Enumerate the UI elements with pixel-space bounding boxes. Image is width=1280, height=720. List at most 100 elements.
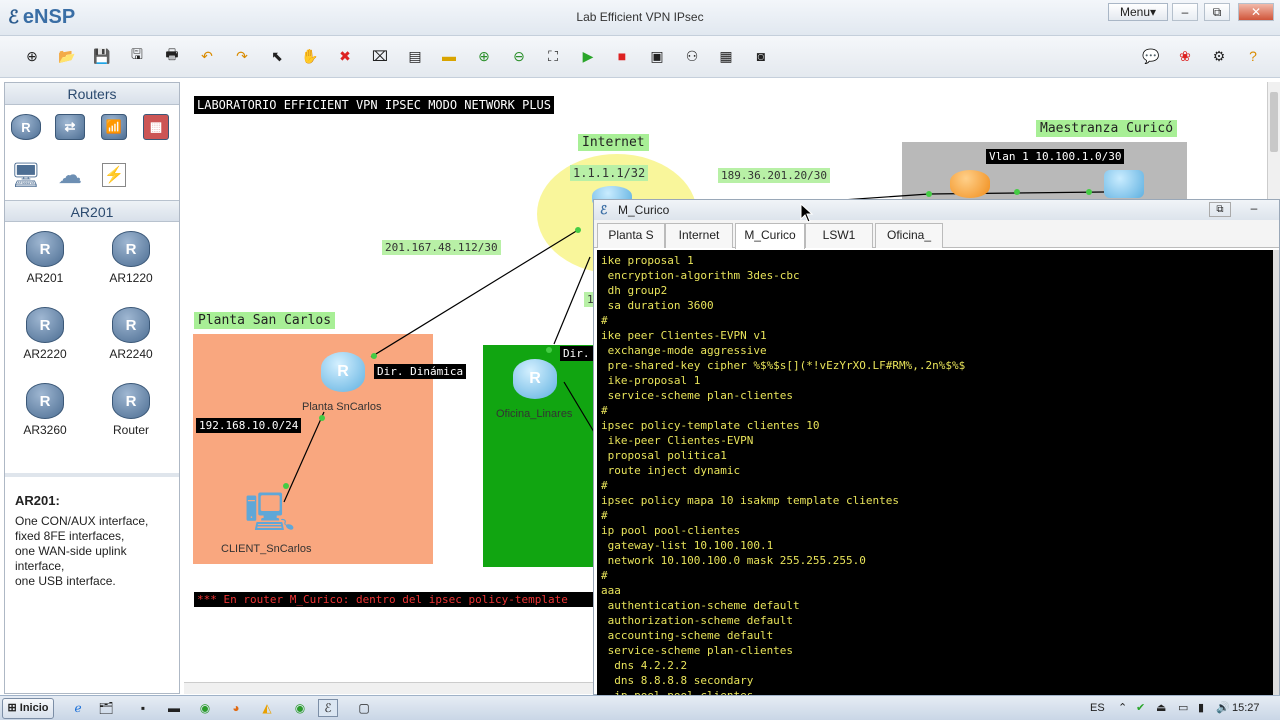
screenshot-icon[interactable]: ◙ [750,45,772,67]
ensp-task-icon[interactable]: ℰ [318,699,338,717]
huawei-icon[interactable]: ❀ [1174,45,1196,67]
network-icon[interactable]: ✔ [1136,696,1145,720]
language-indicator[interactable]: ES [1090,696,1105,720]
port-dot [575,227,581,233]
planta-router-icon[interactable]: R [321,352,365,392]
terminal-line: accounting-scheme default [601,629,774,642]
firefox-icon[interactable]: ◕ [226,699,246,717]
help-icon[interactable]: ? [1242,45,1264,67]
tab-oficina[interactable]: Oficina_ [875,223,943,248]
firewall-category-icon[interactable]: ▦ [139,113,173,141]
save-as-icon[interactable]: 🖫 [126,45,148,67]
maestranza-label[interactable]: Maestranza Curicó [1036,120,1178,137]
sancarlos-link-label[interactable]: 201.167.48.112/30 [382,240,501,255]
banner-label[interactable]: LABORATORIO EFFICIENT VPN IPSEC MODO NET… [194,96,555,114]
cloud-category-icon[interactable]: ☁ [53,161,87,189]
monitor-icon[interactable]: ▭ [1178,696,1188,720]
link-category-icon[interactable]: ⚡ [97,161,131,189]
lsw1-switch-icon[interactable] [1104,170,1144,198]
terminal-scrollbar[interactable] [1273,250,1279,695]
terminal-line: # [601,509,608,522]
router-category-icon[interactable]: R [9,113,43,141]
volume-icon[interactable]: 🔊 [1216,696,1230,720]
terminal-output[interactable]: ike proposal 1 encryption-algorithm 3des… [597,250,1277,695]
open-icon[interactable]: 📂 [56,45,78,67]
dir-partial-label[interactable]: Dir. [560,346,593,361]
new-topo-icon[interactable]: ⊕ [21,45,43,67]
device-ar1220[interactable]: R AR1220 [101,231,161,285]
chat-icon[interactable]: 💬 [1140,45,1162,67]
internet-label[interactable]: Internet [578,134,649,151]
title-bar: ℰeNSP Lab Efficient VPN IPsec Menu▾ – ⧉ … [0,0,1280,36]
routers-header[interactable]: Routers [5,83,179,105]
client-label[interactable]: CLIENT_SnCarlos [221,543,311,555]
vlan-label[interactable]: Vlan 1 10.100.1.0/30 [986,149,1125,164]
undo-icon[interactable]: ↶ [196,45,218,67]
device-ar2240[interactable]: R AR2240 [101,307,161,361]
pc-category-icon[interactable]: 🖥 [9,161,43,189]
switch-category-icon[interactable]: ⇄ [53,113,87,141]
settings-icon[interactable]: ⚙ [1208,45,1230,67]
usb-icon[interactable]: ⏏ [1156,696,1166,720]
lan-sancarlos-label[interactable]: 192.168.10.0/24 [196,418,302,433]
m-curico-router-icon[interactable] [950,170,990,198]
vlc-icon[interactable]: ◭ [257,699,277,717]
console-minimize-button[interactable]: – [1243,202,1265,217]
device-ar201[interactable]: R AR201 [15,231,75,285]
delete-icon[interactable]: ✖ [334,45,356,67]
capture-icon[interactable]: ▣ [646,45,668,67]
tab-m-curico[interactable]: M_Curico [735,223,805,249]
chrome2-icon[interactable]: ◉ [290,699,310,717]
pan-hand-icon[interactable]: ✋ [299,45,321,67]
close-button[interactable]: ✕ [1238,3,1274,21]
fit-icon[interactable]: ⛶ [542,45,564,67]
device-router[interactable]: R Router [101,383,161,437]
internet-ip-label[interactable]: 1.1.1.1/32 [570,165,649,181]
print-icon[interactable]: 🖶 [161,45,183,67]
clock[interactable]: 15:27 [1232,696,1260,720]
window-task-icon[interactable]: ▢ [354,699,374,717]
redo-icon[interactable]: ↷ [231,45,253,67]
menu-button[interactable]: Menu▾ [1108,3,1168,21]
tab-planta[interactable]: Planta S [597,223,665,248]
text-icon[interactable]: ▤ [404,45,426,67]
planta-router-label[interactable]: Planta SnCarlos [302,401,382,413]
grid-icon[interactable]: ▦ [715,45,737,67]
tab-lsw1[interactable]: LSW1 [805,223,873,248]
topology-icon[interactable]: ⚇ [681,45,703,67]
note-label[interactable]: *** En router M_Curico: dentro del ipsec… [194,592,594,607]
oficina-router-icon[interactable]: R [513,359,557,399]
wlan-category-icon[interactable]: 📶 [97,113,131,141]
dir-dinamica-label[interactable]: Dir. Dinámica [374,364,467,379]
start-button[interactable]: ⊞ Inicio [2,698,54,719]
cmd-icon[interactable]: ▪ [133,699,153,717]
save-icon[interactable]: 💾 [91,45,113,67]
chrome-icon[interactable]: ◉ [195,699,215,717]
palette-icon[interactable]: ▬ [438,45,460,67]
curico-link-label[interactable]: 189.36.201.20/30 [718,168,830,183]
select-icon[interactable]: ⬉ [266,45,288,67]
delete-link-icon[interactable]: ⌧ [369,45,391,67]
console-tabs: Planta S Internet M_Curico LSW1 Oficina_ [594,220,1279,249]
tray-expand-icon[interactable]: ⌃ [1118,696,1127,720]
explorer-icon[interactable]: 🗂 [96,699,116,717]
console-restore-button[interactable]: ⧉ [1209,202,1231,217]
start-icon[interactable]: ▶ [577,45,599,67]
terminal-icon[interactable]: ▬ [164,699,184,717]
tab-internet[interactable]: Internet [665,223,733,248]
stop-icon[interactable]: ■ [611,45,633,67]
restore-button[interactable]: ⧉ [1204,3,1230,21]
device-panel: Routers R ⇄ 📶 ▦ 🖥 ☁ ⚡ AR201 R AR201 R AR12… [4,82,180,694]
device-ar2220[interactable]: R AR2220 [15,307,75,361]
ie-icon[interactable]: ℯ [68,699,88,717]
device-ar3260[interactable]: R AR3260 [15,383,75,437]
zoom-in-icon[interactable]: ⊕ [473,45,495,67]
horizontal-scrollbar[interactable] [184,682,594,694]
minimize-button[interactable]: – [1172,3,1198,21]
client-pc-icon[interactable]: 🖳 [245,492,296,540]
oficina-router-label[interactable]: Oficina_Linares [496,408,572,420]
zoom-out-icon[interactable]: ⊖ [508,45,530,67]
planta-label[interactable]: Planta San Carlos [194,312,336,329]
console-title: M_Curico [618,203,670,217]
signal-icon[interactable]: ▮ [1198,696,1204,720]
